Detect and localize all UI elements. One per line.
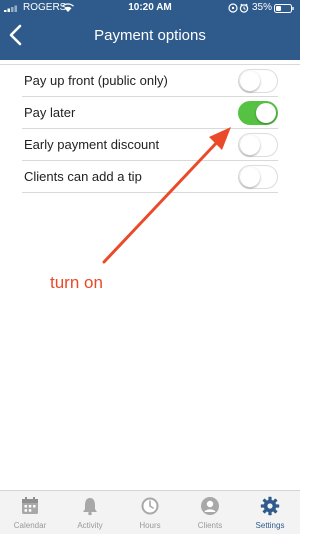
toggle-knob (240, 71, 260, 91)
option-pay-later: Pay later (22, 97, 278, 129)
option-label: Early payment discount (24, 137, 160, 152)
top-bar: ROGERS 10:20 AM 35% Payment options (0, 0, 300, 60)
battery-percent: 35% (252, 2, 273, 13)
tab-label: Hours (139, 521, 161, 530)
tab-clients[interactable]: Clients (180, 491, 240, 534)
status-bar: ROGERS 10:20 AM 35% (0, 0, 300, 16)
tab-hours[interactable]: Hours (120, 491, 180, 534)
clock-icon (141, 497, 159, 515)
alarm-icon (228, 3, 249, 13)
payment-options-list: Pay up front (public only) Pay later Ear… (0, 64, 300, 193)
tab-settings[interactable]: Settings (240, 491, 300, 534)
gear-icon (260, 496, 280, 516)
battery-icon (274, 4, 294, 13)
early-payment-discount-toggle[interactable] (238, 133, 278, 157)
tab-label: Calendar (13, 521, 47, 530)
tab-calendar[interactable]: Calendar (0, 491, 60, 534)
tab-label: Clients (197, 521, 223, 530)
option-clients-add-tip: Clients can add a tip (22, 161, 278, 193)
tab-activity[interactable]: Activity (60, 491, 120, 534)
toggle-knob (256, 103, 276, 123)
toggle-knob (240, 167, 260, 187)
clients-add-tip-toggle[interactable] (238, 165, 278, 189)
person-icon (201, 497, 219, 515)
back-chevron-icon[interactable] (6, 22, 26, 48)
pay-up-front-toggle[interactable] (238, 69, 278, 93)
annotation-text: turn on (50, 273, 103, 292)
pay-later-toggle[interactable] (238, 101, 278, 125)
option-early-payment-discount: Early payment discount (22, 129, 278, 161)
tab-label: Activity (77, 521, 103, 530)
option-label: Clients can add a tip (24, 169, 142, 184)
option-pay-up-front: Pay up front (public only) (22, 65, 278, 97)
option-label: Pay later (24, 105, 76, 120)
calendar-icon (22, 497, 38, 514)
tab-label: Settings (255, 521, 285, 530)
bottom-tab-bar: Calendar Activity Hours Clients Settings (0, 490, 300, 534)
page-title: Payment options (94, 27, 206, 44)
bell-icon (83, 498, 97, 516)
option-label: Pay up front (public only) (24, 73, 168, 88)
toggle-knob (240, 135, 260, 155)
